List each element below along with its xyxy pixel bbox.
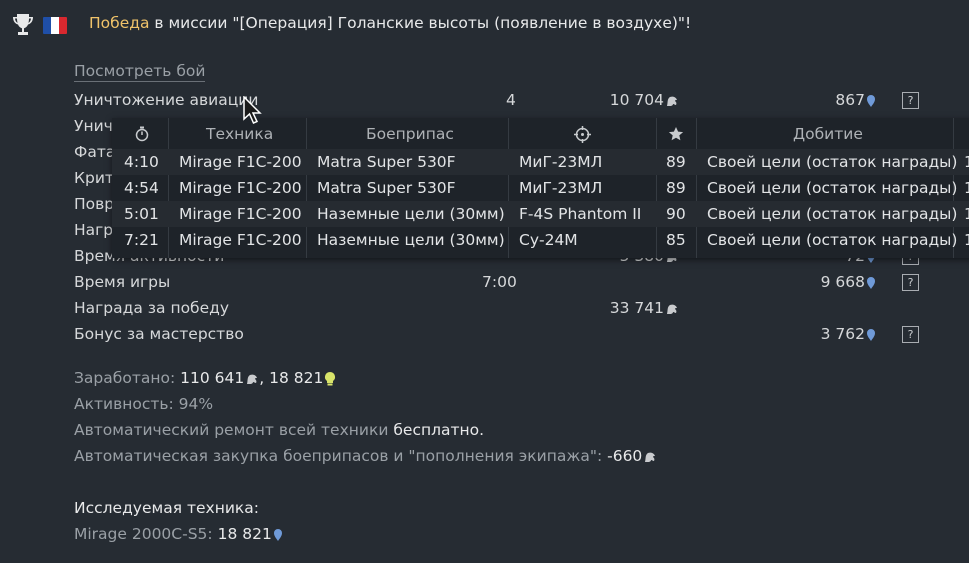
reward-row-play-time: Время игры 7:00 9 668 ?: [74, 270, 924, 294]
kill-row: 4:54 Mirage F1C-200 Matra Super 530F МиГ…: [112, 175, 969, 201]
research-sep: :: [207, 525, 218, 543]
kill-extra: 1: [964, 205, 969, 223]
row-count: 7:00: [482, 273, 517, 291]
crosshair-icon: [574, 126, 591, 143]
research-vehicle[interactable]: Mirage 2000C-S5: [74, 525, 207, 543]
activity-line: Активность: 94%: [74, 395, 214, 413]
research-points-icon: [867, 328, 875, 341]
stopwatch-icon: [135, 126, 149, 142]
silver-lions-icon: [667, 304, 677, 314]
row-label: Награда за победу: [74, 299, 230, 317]
row-label: Время игры: [74, 273, 171, 291]
silver-lions-icon: [645, 452, 656, 462]
research-points-icon: [867, 94, 875, 107]
kill-vehicle: Mirage F1C-200: [179, 179, 302, 197]
repair-label: Автоматический ремонт всей техники: [74, 421, 394, 439]
kill-vehicle: Mirage F1C-200: [179, 205, 302, 223]
kill-ammo: Matra Super 530F: [317, 153, 456, 171]
kill-extra: 1: [964, 179, 969, 197]
help-button[interactable]: ?: [902, 274, 919, 291]
kill-row: 7:21 Mirage F1C-200 Наземные цели (30мм)…: [112, 227, 969, 253]
kill-extra: 1: [964, 153, 969, 171]
kill-target: МиГ-23МЛ: [519, 153, 603, 171]
row-label: Нагр: [74, 221, 114, 239]
earned-separator: ,: [259, 369, 270, 387]
earned-rp: 18 821: [269, 369, 324, 387]
kill-time: 7:21: [124, 231, 159, 249]
kill-target: МиГ-23МЛ: [519, 179, 603, 197]
watch-battle-link[interactable]: Посмотреть бой: [74, 62, 206, 82]
earned-silver: 110 641: [180, 369, 245, 387]
kill-time: 4:54: [124, 179, 159, 197]
restock-label: Автоматическая закупка боеприпасов и "по…: [74, 447, 608, 465]
star-icon: [668, 127, 684, 141]
header-ammo: Боеприпас: [366, 125, 454, 143]
kill-finish: Своей цели (остаток награды): [707, 179, 958, 197]
kill-target: F-4S Phantom II: [519, 205, 642, 223]
row-label: Повр: [74, 195, 115, 213]
kill-ammo: Наземные цели (30мм): [317, 231, 505, 249]
row-label: Крит: [74, 169, 114, 187]
restock-value: -660: [607, 447, 643, 465]
kill-time: 5:01: [124, 205, 159, 223]
reward-row-victory: Награда за победу 33 741: [74, 296, 924, 320]
row-rp: 3 762: [821, 322, 876, 346]
kill-ammo: Matra Super 530F: [317, 179, 456, 197]
convertible-rp-icon: [325, 372, 336, 386]
trophy-icon: [13, 14, 33, 35]
mouse-cursor-icon: [243, 96, 262, 124]
header-finish: Добитие: [793, 125, 863, 143]
mission-text: в миссии "[Операция] Голанские высоты (п…: [149, 14, 692, 32]
kill-row: 4:10 Mirage F1C-200 Matra Super 530F МиГ…: [112, 149, 969, 175]
research-title: Исследуемая техника:: [74, 499, 259, 517]
restock-line: Автоматическая закупка боеприпасов и "по…: [74, 447, 657, 465]
header-vehicle: Техника: [206, 125, 274, 143]
reward-row-skill-bonus: Бонус за мастерство 3 762 ?: [74, 322, 924, 346]
tooltip-header: Техника Боеприпас Добитие: [112, 118, 969, 150]
france-flag-icon: [43, 17, 67, 34]
silver-lions-icon: [247, 374, 258, 384]
kill-time: 4:10: [124, 153, 159, 171]
kill-finish: Своей цели (остаток награды): [707, 205, 958, 223]
row-silver: 10 704: [610, 88, 679, 112]
repair-value: бесплатно.: [393, 421, 485, 439]
kill-score: 85: [666, 231, 686, 249]
help-button[interactable]: ?: [902, 326, 919, 343]
row-label: Бонус за мастерство: [74, 325, 244, 343]
row-count: 4: [506, 91, 516, 109]
earned-summary: Заработано: 110 641, 18 821: [74, 369, 336, 387]
kill-vehicle: Mirage F1C-200: [179, 153, 302, 171]
kill-finish: Своей цели (остаток награды): [707, 153, 958, 171]
row-label: Уничтожение авиации: [74, 91, 259, 109]
mission-result-title: Победа в миссии "[Операция] Голанские вы…: [89, 14, 691, 32]
victory-word: Победа: [89, 14, 150, 32]
row-silver: 33 741: [610, 296, 679, 320]
row-rp: 9 668: [821, 270, 876, 294]
kill-score: 89: [666, 153, 686, 171]
research-points-icon: [867, 276, 875, 289]
research-points-icon: [273, 528, 282, 541]
earned-label: Заработано:: [74, 369, 181, 387]
kill-finish: Своей цели (остаток награды): [707, 231, 958, 249]
research-rp: 18 821: [217, 525, 272, 543]
research-line: Mirage 2000C-S5: 18 821: [74, 525, 283, 543]
kill-details-tooltip: Техника Боеприпас Добитие 4:10 Mirage F1…: [112, 118, 969, 258]
kill-score: 90: [666, 205, 686, 223]
kill-row: 5:01 Mirage F1C-200 Наземные цели (30мм)…: [112, 201, 969, 227]
kill-score: 89: [666, 179, 686, 197]
row-rp: 867: [835, 88, 876, 112]
repair-line: Автоматический ремонт всей техники беспл…: [74, 421, 484, 439]
kill-vehicle: Mirage F1C-200: [179, 231, 302, 249]
silver-lions-icon: [667, 96, 677, 106]
row-label: Фата: [74, 143, 116, 161]
kill-ammo: Наземные цели (30мм): [317, 205, 505, 223]
kill-extra: 1: [964, 231, 969, 249]
kill-target: Су-24М: [519, 231, 578, 249]
reward-row-air-kills: Уничтожение авиации 4 10 704 867 ?: [74, 88, 924, 112]
help-button[interactable]: ?: [902, 92, 919, 109]
row-label: Унич: [74, 117, 113, 135]
